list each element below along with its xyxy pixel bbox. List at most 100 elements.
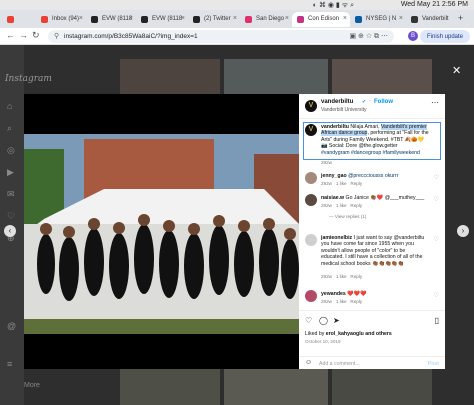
comment-text: @preccciousss okurrr [348,173,399,179]
search-icon[interactable]: ⌕ [7,123,17,133]
x-icon [141,16,148,23]
save-icon[interactable]: ▯ [435,316,439,325]
post-location[interactable]: Vanderbilt University [321,107,366,113]
explore-icon[interactable]: ◎ [7,145,17,155]
liked-by-prefix: Liked by [305,331,326,337]
messages-icon[interactable]: ✉ [7,189,17,199]
comment-meta: 292w 1 like Reply [321,299,362,304]
reply-link[interactable]: Reply [350,181,362,186]
close-icon[interactable]: × [129,15,133,22]
tab-label: EVW (8118 [152,16,183,22]
share-icon[interactable]: ➤ [333,316,340,325]
close-icon[interactable]: × [79,15,83,22]
profile-avatar[interactable]: B [408,31,418,41]
threads-icon[interactable]: @ [7,321,17,331]
emoji-icon[interactable]: ☺ [305,359,312,366]
commenter-avatar[interactable] [305,194,317,206]
tab-evw-1[interactable]: EVW (8118 × [86,12,136,27]
comment-username[interactable]: naisiae.w [321,195,344,201]
gmail-icon [7,16,14,23]
post-date: October 10, 2019 [305,339,341,344]
like-comment-icon[interactable]: ♡ [434,236,439,243]
tab-label: (2) Twitter [204,16,231,22]
browser-toolbar: ← → ↻ ⚲ instagram.com/p/B3c85Wa8aiC/?img… [0,28,474,45]
reels-icon[interactable]: ▶ [7,167,17,177]
close-icon[interactable]: ✕ [452,64,461,77]
vanderbilt-avatar[interactable]: V [305,124,317,136]
more-options-icon[interactable]: ⋯ [431,98,439,107]
like-icon[interactable]: ♡ [305,316,312,325]
reply-link[interactable]: Reply [350,203,362,208]
add-comment-bar: ☺ Add a comment... Post [299,356,445,369]
address-bar-icons[interactable]: ▣ ⊕ ☆ ⧉ ⋯ [349,32,388,41]
add-comment-input[interactable]: Add a comment... [319,361,360,367]
tab-label: Inbox (94) [52,16,80,22]
comment-likes[interactable]: 1 like [336,181,347,186]
tab-san-diego[interactable]: San Diego × [240,12,292,27]
comment-icon[interactable]: ◯ [319,316,328,325]
liked-by-user[interactable]: erol_kahyaoglu [326,331,364,337]
commenter-avatar[interactable] [305,290,317,302]
post-photo[interactable] [24,94,299,369]
vanderbilt-avatar[interactable]: V [305,100,317,112]
reload-icon[interactable]: ↻ [32,30,40,41]
comment-text-wrap: jamieonelbiz I just want to say @vanderb… [321,235,429,267]
new-tab-icon[interactable]: + [458,13,463,23]
post-comment-button[interactable]: Post [428,361,439,367]
forward-icon[interactable]: → [19,30,28,40]
like-comment-icon[interactable]: ♡ [434,174,439,181]
close-icon[interactable]: × [343,15,347,22]
commenter-avatar[interactable] [305,172,317,184]
comment-time: 292w [321,181,332,186]
close-icon[interactable]: × [181,15,185,22]
commenter-avatar[interactable] [305,234,317,246]
address-bar[interactable]: ⚲ instagram.com/p/B3c85Wa8aiC/?img_index… [48,30,394,43]
reply-link[interactable]: Reply [350,274,362,279]
reply-link[interactable]: Reply [350,299,362,304]
instagram-icon [411,16,418,23]
comment-username[interactable]: jenny_gao [321,173,347,179]
prev-post-icon[interactable]: ‹ [4,225,16,237]
like-comment-icon[interactable]: ♡ [434,292,439,299]
follow-button[interactable]: Follow [374,99,393,105]
comment-time: 292w [321,274,332,279]
finish-update-button[interactable]: Finish update [420,30,470,43]
tab-evw-2[interactable]: EVW (8118 × [136,12,188,27]
comment-likes[interactable]: 1 like [336,299,347,304]
back-icon[interactable]: ← [6,30,15,40]
tab-0[interactable] [2,12,34,27]
tab-vanderbilt[interactable]: Vanderbilt [406,12,454,27]
instagram-icon [245,16,252,23]
verified-icon: ✔ [362,99,367,105]
like-comment-icon[interactable]: ♡ [434,196,439,203]
comment-likes[interactable]: 1 like [336,203,347,208]
home-icon[interactable]: ⌂ [7,101,17,111]
instagram-logo[interactable]: Instagram [5,74,52,84]
comment-username[interactable]: yewandes [321,291,346,297]
caption-hashtags[interactable]: #vandygram #dancegroup #familyweekend [321,150,420,156]
liked-by-others[interactable]: and others [364,331,392,337]
comment-username[interactable]: jamieonelbiz [321,235,352,241]
comment-time: 292w [321,299,332,304]
tab-bar: Inbox (94) × EVW (8118 × EVW (8118 × (2)… [0,10,474,28]
dance-group-photo [24,134,299,334]
close-icon[interactable]: × [399,15,403,22]
gmail-icon [41,16,48,23]
caption-username[interactable]: vanderbiltu [321,124,349,130]
menu-icon[interactable]: ≡ [7,359,17,369]
tab-twitter[interactable]: (2) Twitter × [188,12,240,27]
view-replies-link[interactable]: — View replies (1) [329,214,366,219]
comment-likes[interactable]: 1 like [336,274,347,279]
close-icon[interactable]: × [285,15,289,22]
tab-con-edison[interactable]: Con Edison × [292,12,350,27]
x-icon [91,16,98,23]
more-link[interactable]: More [24,382,40,389]
site-info-icon[interactable]: ⚲ [54,32,59,40]
tab-inbox[interactable]: Inbox (94) × [36,12,86,27]
tab-nyseg[interactable]: NYSEG | N × [350,12,406,27]
notifications-icon[interactable]: ♡ [7,211,17,221]
caption-text: vanderbiltu Nilaja Amari, Vanderbilt's p… [321,124,429,156]
post-username[interactable]: vanderbiltu [321,99,353,105]
close-icon[interactable]: × [233,15,237,22]
next-post-icon[interactable]: › [457,225,469,237]
